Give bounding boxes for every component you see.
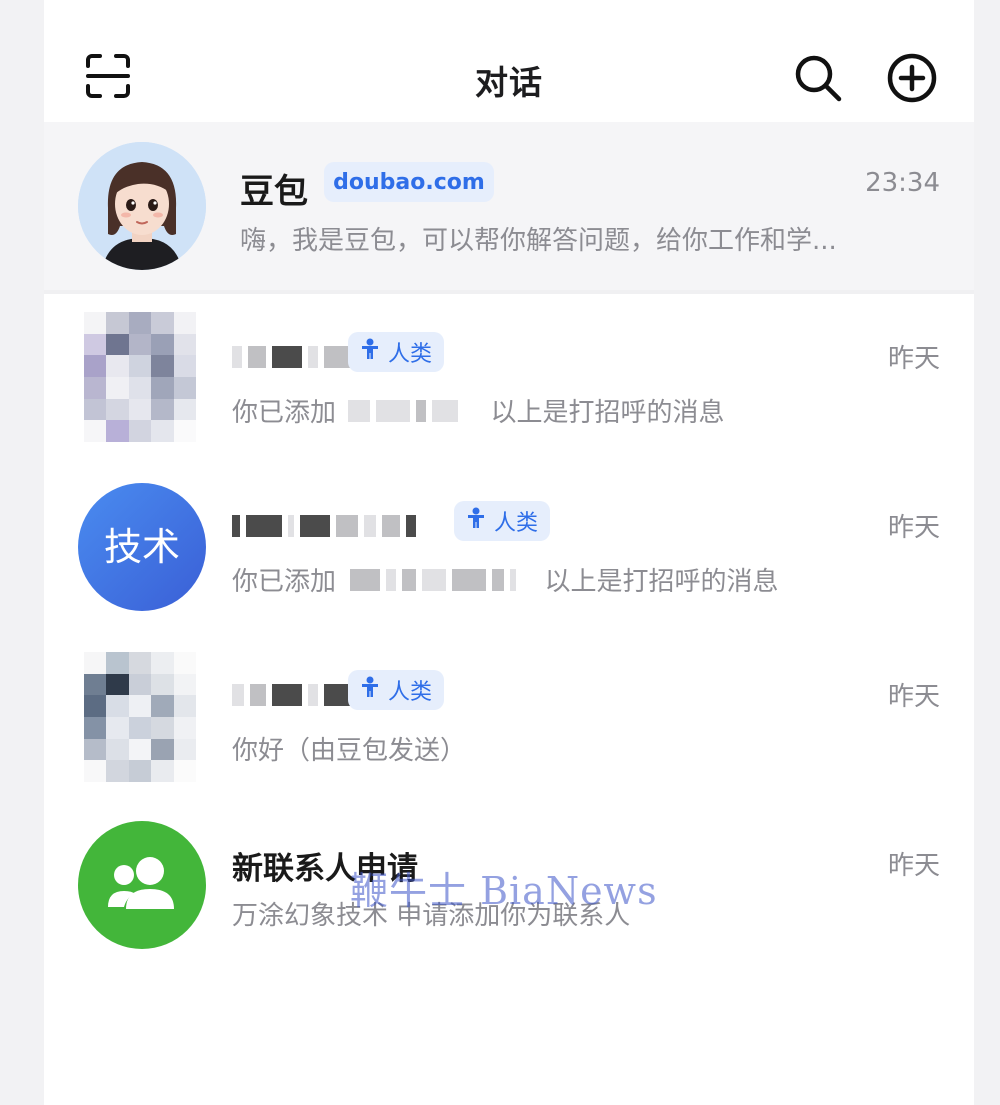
chat-row[interactable]: 人类 昨天 你已添加 以上是打招呼的消息	[44, 294, 974, 462]
contact-name-redacted	[232, 338, 356, 376]
human-badge: 人类	[454, 501, 550, 541]
domain-badge: doubao.com	[324, 162, 494, 202]
message-preview: 你已添加 以上是打招呼的消息	[232, 567, 779, 597]
users-icon	[108, 857, 174, 909]
top-bar: 对话	[44, 0, 974, 122]
chat-list-screen: 对话 豆包 doubao.com 23:34 嗨，我是豆包，可以帮你解答问题，给…	[44, 0, 974, 1105]
contact-name-redacted	[232, 676, 356, 714]
add-circle-icon[interactable]	[886, 52, 938, 104]
message-time: 23:34	[865, 168, 940, 198]
message-time: 昨天	[887, 851, 940, 881]
message-preview: 你已添加 以上是打招呼的消息	[232, 398, 725, 428]
chat-row[interactable]: 人类 昨天 你好（由豆包发送）	[44, 632, 974, 800]
human-badge: 人类	[348, 670, 444, 710]
human-badge: 人类	[348, 332, 444, 372]
person-icon	[360, 338, 380, 366]
message-time: 昨天	[887, 513, 940, 543]
person-icon	[360, 676, 380, 704]
contacts-avatar	[78, 821, 206, 949]
search-icon[interactable]	[792, 52, 844, 104]
blurred-avatar	[84, 312, 196, 442]
chat-row[interactable]: 技术 人类 昨天 你已添加 以上是打招呼的消息	[44, 463, 974, 631]
contact-name: 豆包	[240, 172, 308, 212]
blurred-avatar	[84, 652, 196, 782]
chat-row-doubao[interactable]: 豆包 doubao.com 23:34 嗨，我是豆包，可以帮你解答问题，给你工作…	[44, 122, 974, 290]
message-time: 昨天	[887, 344, 940, 374]
watermark: 鞭牛士 BiaNews	[350, 869, 658, 913]
message-preview: 嗨，我是豆包，可以帮你解答问题，给你工作和学...	[240, 226, 837, 256]
doubao-avatar	[78, 142, 206, 270]
contact-name-redacted	[232, 507, 422, 545]
message-preview: 你好（由豆包发送）	[232, 736, 467, 766]
person-icon	[466, 507, 486, 535]
group-avatar: 技术	[78, 483, 206, 611]
message-time: 昨天	[887, 682, 940, 712]
